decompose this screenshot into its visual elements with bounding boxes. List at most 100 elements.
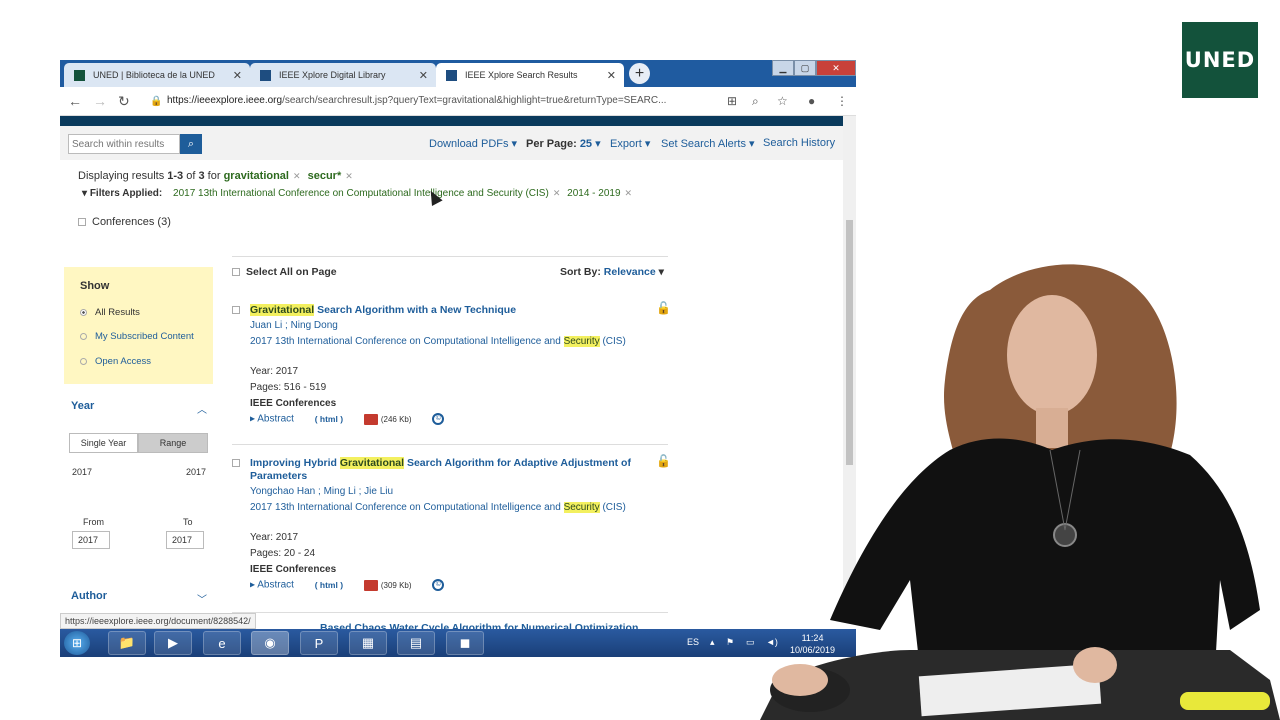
result-publication-link[interactable]: 2017 13th International Conference on Co… — [250, 334, 630, 349]
presenter-video — [760, 264, 1280, 720]
export-button[interactable]: Export ▾ — [610, 137, 650, 150]
year-max: 2017 — [186, 467, 207, 477]
copyright-icon[interactable]: © — [432, 413, 445, 425]
per-page-select[interactable]: Per Page: 25 ▾ — [526, 137, 601, 150]
query-term: secur* — [307, 170, 342, 182]
pdf-icon — [363, 414, 378, 426]
back-icon[interactable]: ← — [68, 93, 82, 109]
reload-icon[interactable]: ↻ — [118, 93, 130, 110]
tab-ieee-search-results[interactable]: IEEE Xplore Search Results ✕ — [436, 63, 624, 87]
remove-filter-icon[interactable]: ✕ — [625, 188, 633, 198]
result-checkbox[interactable] — [232, 459, 240, 467]
close-icon[interactable]: ✕ — [607, 69, 616, 82]
close-icon[interactable]: ✕ — [233, 69, 242, 82]
checkbox[interactable] — [232, 268, 240, 277]
tray-arrow-icon[interactable]: ▴ — [710, 637, 715, 648]
new-tab-button[interactable]: + — [629, 63, 650, 84]
minimize-icon[interactable]: ▁ — [772, 60, 794, 76]
start-button[interactable]: ⊞ — [64, 631, 90, 655]
media-player-taskbar-icon[interactable]: ▶ — [154, 631, 192, 655]
url-field[interactable]: https://ieeexplore.ieee.org/search/searc… — [167, 95, 666, 106]
remove-term-icon[interactable]: ✕ — [345, 171, 353, 181]
ieee-header-strip — [60, 116, 843, 126]
result-checkbox[interactable] — [232, 306, 240, 314]
html-link[interactable]: ( html ) — [315, 580, 343, 590]
lock-icon: 🔒 — [150, 96, 163, 107]
to-year-input[interactable]: 2017 — [166, 531, 204, 549]
to-label: To — [183, 517, 193, 527]
unlock-icon: 🔓 — [656, 301, 671, 315]
result-type: IEEE Conferences — [250, 398, 337, 409]
range-toggle[interactable]: Range — [138, 433, 208, 453]
divider — [232, 256, 668, 257]
forward-icon[interactable]: → — [93, 93, 107, 109]
result-links: ▸ Abstract ( html ) (246 Kb) © — [250, 413, 445, 426]
powerpoint-taskbar-icon[interactable]: P — [300, 631, 338, 655]
zoom-icon[interactable]: ⌕ — [752, 94, 759, 109]
result-authors[interactable]: Yongchao Han ; Ming Li ; Jie Liu — [250, 486, 393, 497]
abstract-toggle[interactable]: ▸ Abstract — [250, 580, 294, 591]
address-bar: ← → ↻ 🔒 https://ieeexplore.ieee.org/sear… — [60, 87, 856, 116]
divider — [232, 444, 668, 445]
ieee-favicon-icon — [446, 69, 457, 81]
abstract-toggle[interactable]: ▸ Abstract — [250, 414, 294, 425]
pdf-link[interactable]: (309 Kb) — [363, 580, 412, 592]
year-heading[interactable]: Year — [71, 400, 94, 412]
nvidia-taskbar-icon[interactable]: ◼ — [446, 631, 484, 655]
language-indicator[interactable]: ES — [687, 637, 699, 647]
result-type: IEEE Conferences — [250, 564, 337, 575]
results-summary: Displaying results 1-3 of 3 for gravitat… — [78, 170, 353, 182]
tab-label: UNED | Biblioteca de la UNED — [93, 70, 215, 80]
filter-year-range: 2014 - 2019 — [567, 188, 621, 199]
year-min: 2017 — [72, 467, 93, 477]
html-link[interactable]: ( html ) — [315, 414, 343, 424]
set-search-alerts-button[interactable]: Set Search Alerts ▾ — [661, 137, 755, 150]
close-icon[interactable]: ✕ — [419, 69, 428, 82]
app-taskbar-icon[interactable]: ▤ — [397, 631, 435, 655]
maximize-icon[interactable]: ▢ — [794, 60, 816, 76]
network-icon[interactable]: ▭ — [746, 637, 755, 648]
chevron-up-icon[interactable]: ︿ — [197, 401, 207, 416]
radio-subscribed-content[interactable]: My Subscribed Content — [80, 331, 194, 342]
conferences-filter[interactable]: Conferences (3) — [78, 216, 171, 228]
chevron-down-icon[interactable]: ﹀ — [197, 591, 207, 606]
checkbox[interactable] — [78, 218, 86, 227]
tab-ieee-library[interactable]: IEEE Xplore Digital Library ✕ — [250, 63, 436, 87]
internet-explorer-taskbar-icon[interactable]: e — [203, 631, 241, 655]
remove-filter-icon[interactable]: ✕ — [553, 188, 561, 198]
result-title-link[interactable]: Improving Hybrid Gravitational Search Al… — [250, 457, 650, 483]
chrome-taskbar-icon[interactable]: ◉ — [251, 631, 289, 655]
search-within-input[interactable] — [68, 134, 180, 154]
result-item: Improving Hybrid Gravitational Search Al… — [232, 454, 672, 592]
browser-window: UNED | Biblioteca de la UNED ✕ IEEE Xplo… — [60, 60, 856, 657]
menu-icon[interactable]: ⋮ — [836, 94, 848, 108]
sort-by-select[interactable]: Sort By: Relevance ▾ — [560, 266, 664, 278]
account-icon[interactable]: ● — [808, 94, 815, 108]
result-title-link[interactable]: Gravitational Search Algorithm with a Ne… — [250, 304, 650, 317]
app-taskbar-icon[interactable]: ▦ — [349, 631, 387, 655]
window-close-icon[interactable]: ✕ — [816, 60, 856, 76]
from-year-input[interactable]: 2017 — [72, 531, 110, 549]
windows-taskbar: ⊞ 📁 ▶ e ◉ P ▦ ▤ ◼ ES ▴ ⚑ ▭ ◄) 11:24 10/06… — [60, 629, 856, 657]
search-history-link[interactable]: Search History — [763, 137, 835, 149]
pdf-link[interactable]: (246 Kb) — [363, 414, 412, 426]
remove-term-icon[interactable]: ✕ — [293, 171, 301, 181]
explorer-taskbar-icon[interactable]: 📁 — [108, 631, 146, 655]
select-all-on-page[interactable]: Select All on Page — [232, 266, 337, 278]
flag-icon[interactable]: ⚑ — [726, 637, 734, 648]
radio-all-results[interactable]: All Results — [80, 307, 140, 318]
single-year-toggle[interactable]: Single Year — [69, 433, 138, 453]
tab-uned-library[interactable]: UNED | Biblioteca de la UNED ✕ — [64, 63, 250, 87]
copyright-icon[interactable]: © — [432, 579, 445, 591]
status-bar-url: https://ieeexplore.ieee.org/document/828… — [60, 613, 256, 629]
result-authors[interactable]: Juan Li ; Ning Dong — [250, 320, 338, 331]
search-icon[interactable]: ⌕ — [180, 134, 202, 154]
tab-label: IEEE Xplore Digital Library — [279, 70, 386, 80]
result-publication-link[interactable]: 2017 13th International Conference on Co… — [250, 500, 630, 515]
download-pdfs-button[interactable]: Download PDFs ▾ — [429, 137, 517, 150]
show-heading: Show — [80, 280, 110, 292]
translate-icon[interactable]: ⊞ — [727, 94, 737, 108]
star-icon[interactable]: ☆ — [777, 94, 788, 108]
author-heading[interactable]: Author — [71, 590, 107, 602]
radio-open-access[interactable]: Open Access — [80, 356, 151, 367]
